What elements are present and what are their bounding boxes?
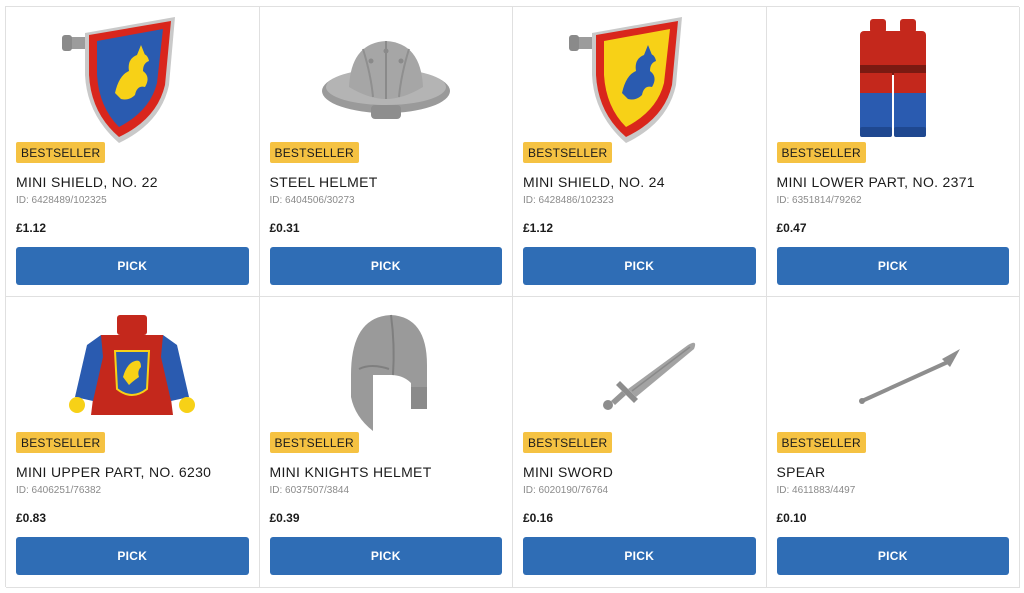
product-price: £0.39 — [269, 511, 300, 525]
knights-helmet-icon — [350, 314, 427, 431]
product-name[interactable]: MINI SWORD — [523, 464, 613, 480]
product-price: £0.16 — [523, 511, 554, 525]
pick-button[interactable]: PICK — [269, 247, 502, 285]
shield-yellow-icon — [569, 17, 683, 143]
product-card: BESTSELLER MINI SHIELD, NO. 24 ID: 64284… — [513, 7, 767, 297]
product-name[interactable]: MINI KNIGHTS HELMET — [270, 464, 432, 480]
product-card: BESTSELLER MINI LOWER PART, NO. 2371 ID:… — [766, 7, 1020, 297]
product-image[interactable] — [523, 305, 756, 435]
product-price: £0.10 — [776, 511, 807, 525]
product-price: £0.83 — [16, 511, 47, 525]
product-name[interactable]: MINI SHIELD, NO. 22 — [16, 174, 158, 190]
bestseller-badge: BESTSELLER — [776, 432, 866, 453]
product-name[interactable]: MINI LOWER PART, NO. 2371 — [777, 174, 975, 190]
product-id: ID: 4611883/4497 — [776, 485, 856, 496]
legs-icon — [859, 19, 926, 137]
product-card: BESTSELLER SPEAR ID: 4611883/4497 £0.10 … — [766, 297, 1020, 588]
product-image[interactable] — [523, 15, 756, 145]
product-image[interactable] — [16, 15, 249, 145]
product-name[interactable]: MINI UPPER PART, NO. 6230 — [16, 464, 211, 480]
product-name[interactable]: MINI SHIELD, NO. 24 — [523, 174, 665, 190]
product-name[interactable]: SPEAR — [777, 464, 826, 480]
product-image[interactable] — [270, 305, 503, 435]
product-price: £0.47 — [776, 221, 807, 235]
bestseller-badge: BESTSELLER — [269, 142, 359, 163]
product-name[interactable]: STEEL HELMET — [270, 174, 378, 190]
product-id: ID: 6037507/3844 — [269, 485, 350, 496]
spear-icon — [858, 349, 960, 404]
pick-button[interactable]: PICK — [776, 537, 1009, 575]
product-grid: BESTSELLER MINI SHIELD, NO. 22 ID: 64284… — [5, 6, 1020, 588]
product-price: £1.12 — [523, 221, 554, 235]
pick-button[interactable]: PICK — [523, 537, 756, 575]
pick-button[interactable]: PICK — [269, 537, 502, 575]
bestseller-badge: BESTSELLER — [523, 142, 613, 163]
product-id: ID: 6404506/30273 — [269, 195, 355, 206]
pick-button[interactable]: PICK — [523, 247, 756, 285]
product-card: BESTSELLER MINI SHIELD, NO. 22 ID: 64284… — [6, 7, 260, 297]
product-id: ID: 6351814/79262 — [776, 195, 862, 206]
product-id: ID: 6020190/76764 — [523, 485, 609, 496]
bestseller-badge: BESTSELLER — [16, 142, 106, 163]
bestseller-badge: BESTSELLER — [776, 142, 866, 163]
product-image[interactable] — [777, 15, 1010, 145]
product-card: BESTSELLER STEEL HELMET ID: 6404506/3027… — [259, 7, 513, 297]
product-price: £0.31 — [269, 221, 300, 235]
product-card: BESTSELLER MINI SWORD ID: 6020190/76764 … — [513, 297, 767, 588]
bestseller-badge: BESTSELLER — [523, 432, 613, 453]
product-card: BESTSELLER MINI KNIGHTS HELMET ID: 60375… — [259, 297, 513, 588]
bestseller-badge: BESTSELLER — [269, 432, 359, 453]
bestseller-badge: BESTSELLER — [16, 432, 106, 453]
steel-helmet-icon — [321, 41, 450, 119]
pick-button[interactable]: PICK — [16, 247, 249, 285]
product-card: BESTSELLER MINI UPPER PART, NO. 6230 ID:… — [6, 297, 260, 588]
torso-icon — [69, 315, 196, 415]
sword-icon — [603, 342, 696, 410]
pick-button[interactable]: PICK — [776, 247, 1009, 285]
product-image[interactable] — [270, 15, 503, 145]
product-image[interactable] — [777, 305, 1010, 435]
product-id: ID: 6428486/102323 — [523, 195, 614, 206]
product-id: ID: 6406251/76382 — [16, 485, 102, 496]
shield-blue-icon — [62, 17, 176, 143]
pick-button[interactable]: PICK — [16, 537, 249, 575]
product-price: £1.12 — [16, 221, 47, 235]
product-id: ID: 6428489/102325 — [16, 195, 107, 206]
product-image[interactable] — [16, 305, 249, 435]
